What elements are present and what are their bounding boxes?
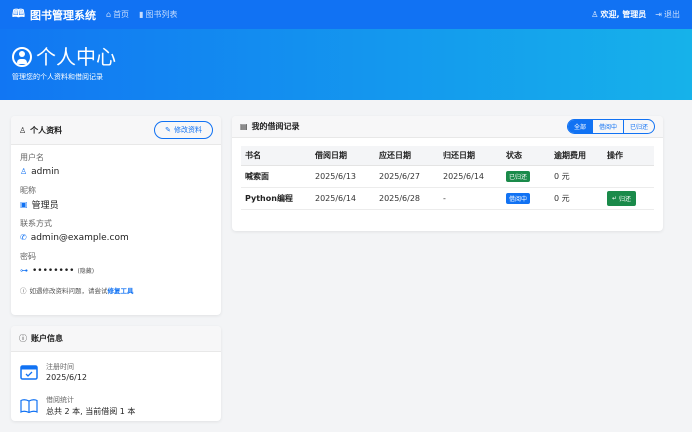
field-label: 密码 xyxy=(20,252,36,261)
nav-link-books-label: 图书列表 xyxy=(145,10,178,19)
action-cell xyxy=(603,165,654,188)
edit-profile-button[interactable]: ✎ 修改资料 xyxy=(154,121,213,139)
return-date: - xyxy=(439,187,502,210)
field-nickname: 昵称 ▣ 管理员 xyxy=(11,185,221,211)
field-username: 用户名 ♙ admin xyxy=(11,152,221,178)
col-book: 书名 xyxy=(241,146,311,166)
welcome-text: 欢迎, 管理员 xyxy=(600,10,647,19)
logout-label: 退出 xyxy=(664,10,680,19)
return-book-button[interactable]: ↵ 归还 xyxy=(607,190,637,206)
table-row: Python编程 2025/6/14 2025/6/28 - 借阅中 0 元 ↵… xyxy=(241,187,654,210)
action-cell: ↵ 归还 xyxy=(603,187,654,210)
list-icon: ▤ xyxy=(240,122,248,131)
col-fee: 逾期费用 xyxy=(550,146,603,166)
page-header: 个人中心 管理您的个人资料和借阅记录 xyxy=(0,29,692,100)
filter-borrowing[interactable]: 借阅中 xyxy=(591,120,623,133)
register-date-row: 注册时间 2025/6/12 xyxy=(11,357,221,387)
nav-link-books[interactable]: ▮ 图书列表 xyxy=(139,9,177,20)
key-icon: ⊶ xyxy=(20,266,28,275)
password-hidden-note: (隐藏) xyxy=(77,268,95,275)
field-label: 联系方式 xyxy=(20,219,52,228)
phone-icon: ✆ xyxy=(20,233,27,242)
book-title: Python编程 xyxy=(241,187,311,210)
top-navbar: 🕮 图书管理系统 ⌂ 首页 ▮ 图书列表 ♙ 欢迎, 管理员 ⇥ 退出 xyxy=(0,0,692,29)
account-title: 账户信息 xyxy=(31,334,63,343)
nav-link-home-label: 首页 xyxy=(113,10,130,19)
badge-icon: ▣ xyxy=(20,200,28,209)
field-password: 密码 ⊶ •••••••• (隐藏) xyxy=(11,251,221,277)
book-title: 喊索面 xyxy=(241,165,311,188)
borrow-table: 书名 借阅日期 应还日期 归还日期 状态 逾期费用 操作 喊索面 2025/6/… xyxy=(241,146,654,210)
due-date: 2025/6/27 xyxy=(375,165,439,188)
col-due-date: 应还日期 xyxy=(375,146,439,166)
profile-title: 个人资料 xyxy=(30,125,63,135)
logout-link[interactable]: ⇥ 退出 xyxy=(655,9,680,20)
status-badge: 借阅中 xyxy=(506,192,531,204)
table-header-row: 书名 借阅日期 应还日期 归还日期 状态 逾期费用 操作 xyxy=(241,146,654,166)
col-status: 状态 xyxy=(502,146,550,166)
register-date: 2025/6/12 xyxy=(46,373,88,382)
field-label: 用户名 xyxy=(20,153,44,162)
borrow-records-card: ▤ 我的借阅记录 全部 借阅中 已归还 书名 借阅日期 应还日期 归还日期 状态… xyxy=(232,116,663,231)
due-date: 2025/6/28 xyxy=(375,187,439,210)
field-contact: 联系方式 ✆ admin@example.com xyxy=(11,218,221,244)
return-label: 归还 xyxy=(619,195,632,203)
edit-icon: ✎ xyxy=(165,126,171,134)
info-icon: ⓘ xyxy=(19,334,27,343)
user-icon: ♙ xyxy=(20,167,28,176)
user-icon: ♙ xyxy=(591,10,599,19)
page-title: 个人中心 xyxy=(36,45,116,69)
logout-icon: ⇥ xyxy=(655,10,662,19)
info-icon: ⓘ xyxy=(20,287,27,295)
borrow-date: 2025/6/14 xyxy=(311,187,375,210)
account-card: ⓘ 账户信息 注册时间 2025/6/12 借阅统计 总共 2 本, 当前借阅 … xyxy=(11,326,221,421)
book-icon: 🕮 xyxy=(12,7,25,20)
nickname-value: 管理员 xyxy=(31,201,59,211)
help-text: 如遇修改资料问题，请尝试 xyxy=(29,287,108,295)
user-icon: ♙ xyxy=(19,125,27,135)
return-arrow-icon: ↵ xyxy=(612,194,618,202)
password-value: •••••••• xyxy=(32,265,75,276)
user-circle-icon xyxy=(12,47,32,67)
overdue-fee: 0 元 xyxy=(550,187,603,210)
status-badge: 已归还 xyxy=(506,170,531,182)
col-action: 操作 xyxy=(603,146,654,166)
col-return-date: 归还日期 xyxy=(439,146,502,166)
borrow-stats: 总共 2 本, 当前借阅 1 本 xyxy=(46,407,136,416)
overdue-fee: 0 元 xyxy=(550,165,603,188)
welcome-user[interactable]: ♙ 欢迎, 管理员 xyxy=(591,9,646,20)
book-list-icon: ▮ xyxy=(139,10,144,19)
brand[interactable]: 🕮 图书管理系统 xyxy=(12,5,96,24)
return-date: 2025/6/14 xyxy=(439,165,502,188)
calendar-icon xyxy=(20,365,38,380)
edit-profile-label: 修改资料 xyxy=(174,126,202,134)
username-value: admin xyxy=(31,166,60,177)
borrow-title: 我的借阅记录 xyxy=(251,122,300,131)
status-filter: 全部 借阅中 已归还 xyxy=(566,119,655,134)
col-borrow-date: 借阅日期 xyxy=(311,146,375,166)
brand-name: 图书管理系统 xyxy=(29,8,96,22)
borrow-date: 2025/6/13 xyxy=(311,165,375,188)
help-note: ⓘ 如遇修改资料问题，请尝试 修复工具 xyxy=(11,285,221,295)
borrow-label: 借阅统计 xyxy=(46,396,74,404)
filter-all[interactable]: 全部 xyxy=(567,120,592,133)
borrow-stats-row: 借阅统计 总共 2 本, 当前借阅 1 本 xyxy=(11,391,221,421)
repair-tool-link[interactable]: 修复工具 xyxy=(108,285,134,295)
contact-value: admin@example.com xyxy=(30,232,129,243)
nav-link-home[interactable]: ⌂ 首页 xyxy=(106,9,129,20)
table-row: 喊索面 2025/6/13 2025/6/27 2025/6/14 已归还 0 … xyxy=(241,165,654,188)
home-icon: ⌂ xyxy=(105,10,112,19)
field-label: 昵称 xyxy=(20,186,36,195)
page-subtitle: 管理您的个人资料和借阅记录 xyxy=(12,73,103,81)
filter-returned[interactable]: 已归还 xyxy=(622,120,654,133)
register-label: 注册时间 xyxy=(46,363,74,371)
profile-card: ♙ 个人资料 ✎ 修改资料 用户名 ♙ admin 昵称 ▣ 管理员 联系方式 … xyxy=(11,116,221,315)
open-book-icon xyxy=(20,399,38,414)
